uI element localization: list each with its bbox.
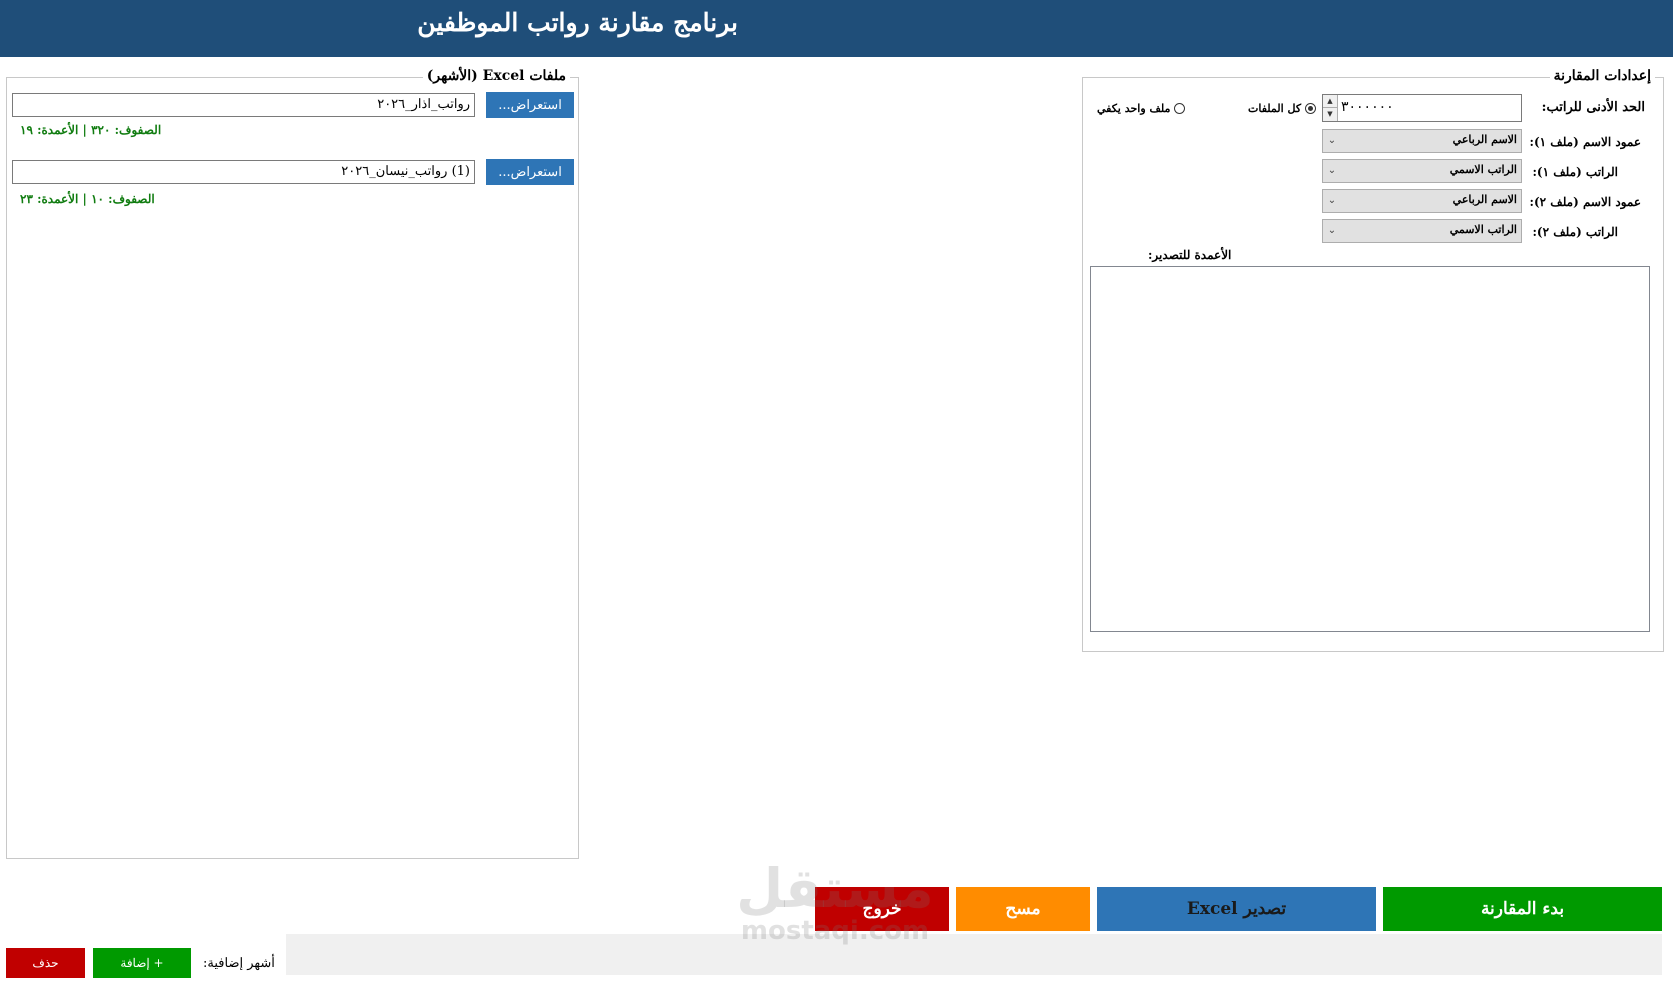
name-col-1-label: عمود الاسم (ملف ١): [1529,135,1641,149]
file-stats-1: الصفوف: ٣٢٠ | الأعمدة: ١٩ [20,123,162,137]
salary-1-label: الراتب (ملف ١): [1532,165,1619,179]
salary-1-select[interactable]: الراتب الاسمي ⌄ [1322,159,1522,183]
start-comparison-button[interactable]: بدء المقارنة [1383,887,1662,931]
files-panel: ملفات Excel (الأشهر) رواتب_اذار_٢٠٢٦ است… [6,68,579,859]
add-month-button[interactable]: + إضافة [93,948,191,978]
files-panel-label: ملفات Excel (الأشهر) [422,68,570,84]
name-col-2-label: عمود الاسم (ملف ٢): [1529,195,1641,209]
name-col-1-value: الاسم الرباعي [1452,133,1517,146]
settings-panel-label: إعدادات المقارنة [1549,68,1655,84]
chevron-down-icon[interactable]: ⌄ [1325,162,1339,180]
salary-2-value: الراتب الاسمي [1449,223,1517,236]
name-col-2-select[interactable]: الاسم الرباعي ⌄ [1322,189,1522,213]
radio-all-indicator[interactable] [1305,103,1317,114]
browse-button-1[interactable]: استعراض... [486,92,574,118]
extra-months-strip [286,934,1662,975]
min-salary-value: ٣٠٠٠٠٠٠ [1341,99,1394,115]
chevron-down-icon[interactable]: ⌄ [1325,192,1339,210]
spin-up-icon[interactable]: ▲ [1323,95,1337,108]
file-stats-2: الصفوف: ١٠ | الأعمدة: ٢٣ [20,192,155,206]
chevron-down-icon[interactable]: ⌄ [1325,132,1339,150]
spin-down-icon[interactable]: ▼ [1323,108,1337,121]
chevron-down-icon[interactable]: ⌄ [1325,222,1339,240]
export-excel-button[interactable]: تصدير Excel [1097,887,1376,931]
clear-button[interactable]: مسح [956,887,1090,931]
delete-month-button[interactable]: حذف [6,948,85,978]
title-bar: برنامج مقارنة رواتب الموظفين [0,0,1673,57]
export-columns-list[interactable] [1090,266,1650,632]
browse-button-2[interactable]: استعراض... [486,159,574,185]
salary-1-value: الراتب الاسمي [1449,163,1517,176]
radio-one-label: ملف واحد يكفي [1097,102,1171,115]
salary-2-label: الراتب (ملف ٢): [1532,225,1619,239]
extra-months-label: أشهر إضافية: [203,956,275,971]
salary-2-select[interactable]: الراتب الاسمي ⌄ [1322,219,1522,243]
app-title: برنامج مقارنة رواتب الموظفين [417,8,738,37]
name-col-1-select[interactable]: الاسم الرباعي ⌄ [1322,129,1522,153]
spin-buttons[interactable]: ▲ ▼ [1323,95,1338,121]
min-salary-spinbox[interactable]: ▲ ▼ ٣٠٠٠٠٠٠ [1322,94,1522,122]
export-columns-label: الأعمدة للتصدير: [1148,248,1232,262]
radio-one-file[interactable]: ملف واحد يكفي [1097,102,1186,115]
file-path-input-2[interactable]: (1) رواتب_نيسان_٢٠٢٦ [12,160,475,184]
radio-all-files[interactable]: كل الملفات [1248,102,1317,115]
radio-all-label: كل الملفات [1248,102,1302,115]
min-salary-label: الحد الأدنى للراتب: [1541,100,1645,115]
file-path-input-1[interactable]: رواتب_اذار_٢٠٢٦ [12,93,475,117]
exit-button[interactable]: خروج [815,887,949,931]
name-col-2-value: الاسم الرباعي [1452,193,1517,206]
radio-one-indicator[interactable] [1174,103,1186,114]
